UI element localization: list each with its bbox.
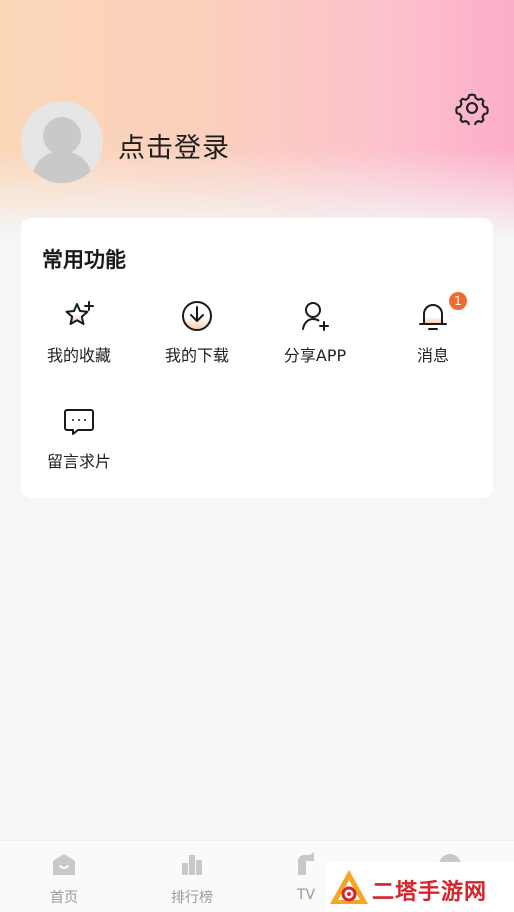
downloads-label: 我的下载 (164, 346, 229, 365)
avatar[interactable] (21, 101, 103, 183)
chat-bubble-icon (64, 409, 94, 435)
avatar-body-shape (33, 151, 91, 183)
request-movie-label: 留言求片 (46, 452, 111, 471)
tab-ranking[interactable]: 排行榜 (142, 841, 242, 912)
message-badge: 1 (449, 292, 467, 310)
download-icon (182, 301, 212, 331)
favorites-label: 我的收藏 (46, 346, 111, 365)
watermark: 二塔手游网 (326, 862, 514, 912)
gear-icon (455, 93, 489, 125)
tab-home[interactable]: 首页 (14, 841, 114, 912)
ranking-icon (182, 855, 202, 875)
settings-button[interactable] (454, 90, 490, 126)
star-plus-icon (65, 301, 94, 325)
request-movie-button[interactable]: 留言求片 (29, 404, 129, 484)
messages-button[interactable]: 1 消息 (383, 292, 483, 378)
add-user-icon (302, 302, 329, 331)
tv-icon (298, 852, 314, 875)
downloads-button[interactable]: 我的下载 (147, 298, 247, 378)
card-title: 常用功能 (42, 248, 126, 272)
tab-home-label: 首页 (50, 890, 78, 906)
watermark-text: 二塔手游网 (372, 880, 488, 905)
share-app-label: 分享APP (283, 346, 347, 365)
favorites-button[interactable]: 我的收藏 (29, 298, 129, 378)
share-app-button[interactable]: 分享APP (265, 298, 365, 378)
watermark-logo-icon (330, 870, 368, 904)
tab-ranking-label: 排行榜 (171, 890, 213, 906)
avatar-head-shape (43, 117, 81, 155)
bell-icon (419, 304, 447, 330)
login-link[interactable]: 点击登录 (118, 126, 230, 165)
common-functions-card: 常用功能 我的收藏 我的下载 分享APP 1 消息 留言求片 (21, 218, 493, 498)
messages-label: 消息 (416, 346, 449, 365)
home-icon (53, 854, 75, 875)
